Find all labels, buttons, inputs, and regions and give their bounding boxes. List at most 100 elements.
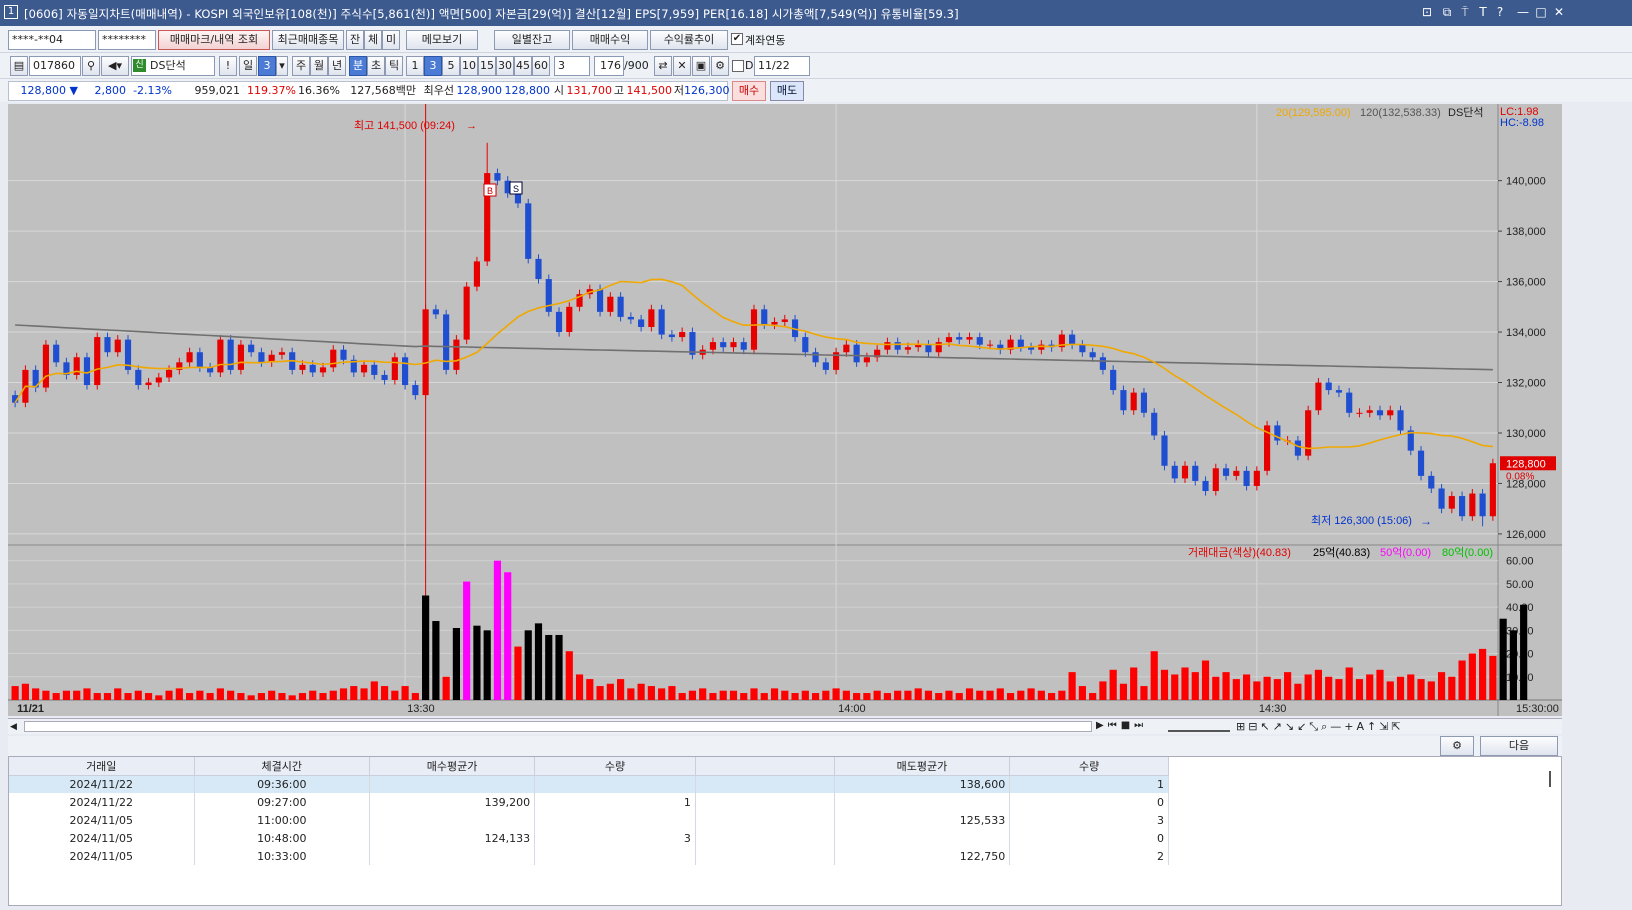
tab-executed[interactable]: 체 [364, 30, 382, 50]
compare-icon[interactable]: ⇄ [654, 56, 672, 76]
interval-60[interactable]: 60 [532, 56, 550, 76]
interval-3[interactable]: 3 [424, 56, 442, 76]
chart-canvas[interactable]: 11/2113:3014:0014:3015:0011/2209:3010:00… [8, 104, 1562, 716]
table-cell [534, 811, 696, 829]
period-year[interactable]: 년 [328, 56, 346, 76]
memo-view-button[interactable]: 메모보기 [406, 30, 478, 50]
minimize-icon[interactable]: — [1516, 5, 1530, 19]
maximize-icon[interactable]: □ [1534, 5, 1548, 19]
interval-10[interactable]: 10 [460, 56, 478, 76]
sell-button[interactable]: 매도 [770, 81, 804, 101]
table-row[interactable]: 2024/11/05 11:00:00 125,533 3 [9, 811, 1169, 829]
playback-controls[interactable]: ▶⏮■⏭ [1096, 720, 1147, 731]
header-buy-avg[interactable]: 매수평균가 [369, 757, 536, 776]
interval-30[interactable]: 30 [496, 56, 514, 76]
header-trade-date[interactable]: 거래일 [9, 757, 195, 776]
period-week[interactable]: 주 [292, 56, 310, 76]
save-icon[interactable]: ▣ [692, 56, 710, 76]
volume-legend-item: 25억(40.83) [1313, 546, 1370, 559]
candle-body [761, 309, 768, 325]
candle-body [402, 357, 409, 386]
close-icon[interactable]: ✕ [1552, 5, 1566, 19]
help-icon[interactable]: ? [1493, 5, 1507, 19]
next-button[interactable]: 다음 [1480, 736, 1558, 756]
volume-bar [473, 625, 481, 700]
table-cell [369, 847, 536, 865]
period-minute[interactable]: 분 [349, 56, 367, 76]
grid-scrollbar[interactable] [1549, 771, 1559, 787]
scroll-thumb[interactable] [24, 721, 1092, 732]
alert-icon[interactable]: ! [219, 56, 237, 76]
stock-code-field[interactable]: 017860 [29, 56, 81, 76]
candle-body [1120, 390, 1127, 411]
buy-button[interactable]: 매수 [732, 81, 766, 101]
date-field[interactable]: 11/22 [754, 56, 810, 76]
stock-chart[interactable]: 11/2113:3014:0014:3015:0011/2209:3010:00… [8, 104, 1562, 716]
candle-body [494, 173, 501, 181]
return-trend-button[interactable]: 수익률추이 [650, 30, 728, 50]
window-link-icon[interactable]: ⧉ [1440, 5, 1454, 19]
tools-icon[interactable]: ✕ [673, 56, 691, 76]
account-select[interactable]: ****-**04 [8, 30, 96, 50]
chart-scrollbar[interactable]: ◀ ▶⏮■⏭ ⊞⊟↖↗↘↙⤡⌕—+A↑⇲⇱ [8, 718, 1562, 734]
scroll-left-icon[interactable]: ◀ [10, 721, 22, 733]
volume-bar [873, 690, 881, 700]
volume-bar [1335, 679, 1343, 700]
tab-balance[interactable]: 잔 [346, 30, 364, 50]
daily-balance-button[interactable]: 일별잔고 [494, 30, 570, 50]
bar-count-field[interactable]: 176 [594, 56, 624, 76]
volume-bar [1027, 688, 1035, 700]
panel-toggle-icon[interactable]: ▤ [10, 56, 28, 76]
header-buy-qty[interactable]: 수량 [534, 757, 696, 776]
font-size-icon[interactable]: T [1476, 5, 1490, 19]
volume-bar [1212, 676, 1220, 700]
password-field[interactable]: ******** [98, 30, 156, 50]
interval-15[interactable]: 15 [478, 56, 496, 76]
volume-bar [811, 693, 820, 700]
window-tool-icon[interactable]: ⍑ [1458, 5, 1472, 19]
interval-45[interactable]: 45 [514, 56, 532, 76]
trade-marks-query-button[interactable]: 매매마크/내역 조회 [158, 30, 270, 50]
volume-bar [1058, 690, 1066, 700]
chevron-down-icon[interactable]: ▾ [276, 56, 288, 76]
candle-body [658, 309, 665, 335]
candle-body [1099, 357, 1106, 370]
volume-bar [298, 693, 307, 700]
search-icon[interactable]: ⚲ [82, 56, 100, 76]
volume-bar [637, 683, 645, 700]
volume-bar [216, 688, 224, 700]
volume-bar [935, 693, 943, 700]
period-tick[interactable]: 틱 [385, 56, 403, 76]
gear-icon[interactable]: ⚙ [1440, 736, 1474, 756]
interval-input[interactable]: 3 [554, 56, 590, 76]
header-sell-avg[interactable]: 매도평균가 [834, 757, 1011, 776]
table-row[interactable]: 2024/11/22 09:36:00 138,600 1 [9, 775, 1169, 793]
candle-body [1069, 334, 1076, 345]
gear-icon[interactable]: ⚙ [711, 56, 729, 76]
candle-body [1397, 410, 1404, 431]
interval-1[interactable]: 1 [406, 56, 424, 76]
window-pin-icon[interactable]: ⊡ [1420, 5, 1434, 19]
speaker-icon[interactable]: ◀▾ [101, 56, 129, 76]
table-row[interactable]: 2024/11/05 10:33:00 122,750 2 [9, 847, 1169, 865]
interval-5[interactable]: 5 [442, 56, 460, 76]
trade-profit-button[interactable]: 매매수익 [572, 30, 648, 50]
period-month[interactable]: 월 [310, 56, 328, 76]
period-day[interactable]: 일 [239, 56, 257, 76]
table-row[interactable]: 2024/11/05 10:48:00 124,133 3 0 [9, 829, 1169, 847]
volume-bar [627, 688, 635, 700]
zoom-slider[interactable] [1168, 720, 1230, 732]
period-day-count[interactable]: 3 [258, 56, 276, 76]
table-cell [369, 811, 536, 829]
header-exec-time[interactable]: 체결시간 [194, 757, 371, 776]
time-tick-label: 13:30 [407, 703, 435, 715]
table-row[interactable]: 2024/11/22 09:27:00 139,200 1 0 [9, 793, 1169, 811]
account-link-checkbox[interactable]: ✔ [731, 33, 743, 45]
chart-tool-icons[interactable]: ⊞⊟↖↗↘↙⤡⌕—+A↑⇲⇱ [1236, 720, 1404, 734]
tab-pending[interactable]: 미 [382, 30, 400, 50]
date-checkbox[interactable] [732, 60, 744, 72]
header-sell-qty[interactable]: 수량 [1009, 757, 1169, 776]
recent-trades-button[interactable]: 최근매매종목 [272, 30, 344, 50]
volume-bar [822, 690, 830, 700]
period-second[interactable]: 초 [367, 56, 385, 76]
